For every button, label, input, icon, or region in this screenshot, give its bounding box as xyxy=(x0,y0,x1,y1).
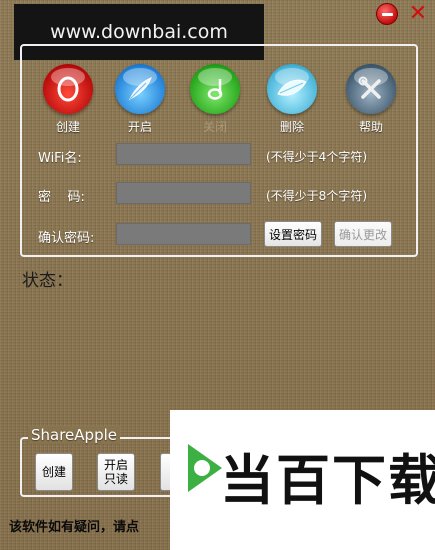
watermark-text: www.downbai.com xyxy=(50,21,228,43)
start-label: 开启 xyxy=(127,120,152,134)
stop-button[interactable]: 关闭 xyxy=(185,64,245,136)
wifi-name-label: WiFi名: xyxy=(38,151,82,166)
wifi-name-hint: (不得少于4个字符) xyxy=(266,150,367,164)
create-button[interactable]: 创建 xyxy=(38,64,98,136)
create-orb-icon xyxy=(43,64,93,114)
start-button[interactable]: 开启 xyxy=(110,64,170,136)
password-hint: (不得少于8个字符) xyxy=(266,189,367,203)
share-apple-title: ShareApple xyxy=(28,426,120,444)
password-label: 密 码: xyxy=(38,190,85,205)
logo-text: 当百下载 xyxy=(220,449,435,512)
share-readonly-line1: 开启 xyxy=(103,458,128,472)
footer-help-text: 该软件如有疑问，请点 xyxy=(9,520,140,535)
confirm-password-input[interactable] xyxy=(116,223,251,245)
share-create-button[interactable]: 创建 xyxy=(35,453,73,491)
confirm-password-label: 确认密码: xyxy=(38,231,95,246)
help-button[interactable]: 帮助 xyxy=(341,64,401,136)
wifi-name-input[interactable] xyxy=(116,143,251,165)
logo-overlay: 当百下载 xyxy=(170,410,435,550)
share-readonly-button[interactable]: 开启 只读 xyxy=(97,453,135,491)
password-input[interactable] xyxy=(116,182,251,204)
close-note-icon xyxy=(190,64,240,114)
start-feather-icon xyxy=(115,64,165,114)
create-label: 创建 xyxy=(55,120,80,134)
share-readonly-line2: 只读 xyxy=(103,472,128,486)
help-label: 帮助 xyxy=(358,120,383,134)
close-button[interactable]: ✕ xyxy=(407,3,429,25)
delete-label: 删除 xyxy=(279,120,304,134)
share-create-label: 创建 xyxy=(41,465,66,479)
status-label: 状态： xyxy=(22,271,73,291)
close-icon: ✕ xyxy=(408,1,428,26)
help-tools-icon xyxy=(346,64,396,114)
stop-label: 关闭 xyxy=(202,120,227,134)
minimize-button[interactable] xyxy=(376,3,398,25)
confirm-change-button[interactable]: 确认更改 xyxy=(334,221,392,247)
set-password-button[interactable]: 设置密码 xyxy=(264,221,322,247)
delete-button[interactable]: 删除 xyxy=(262,64,322,136)
minimize-icon xyxy=(381,12,393,16)
delete-leaf-icon xyxy=(267,64,317,114)
